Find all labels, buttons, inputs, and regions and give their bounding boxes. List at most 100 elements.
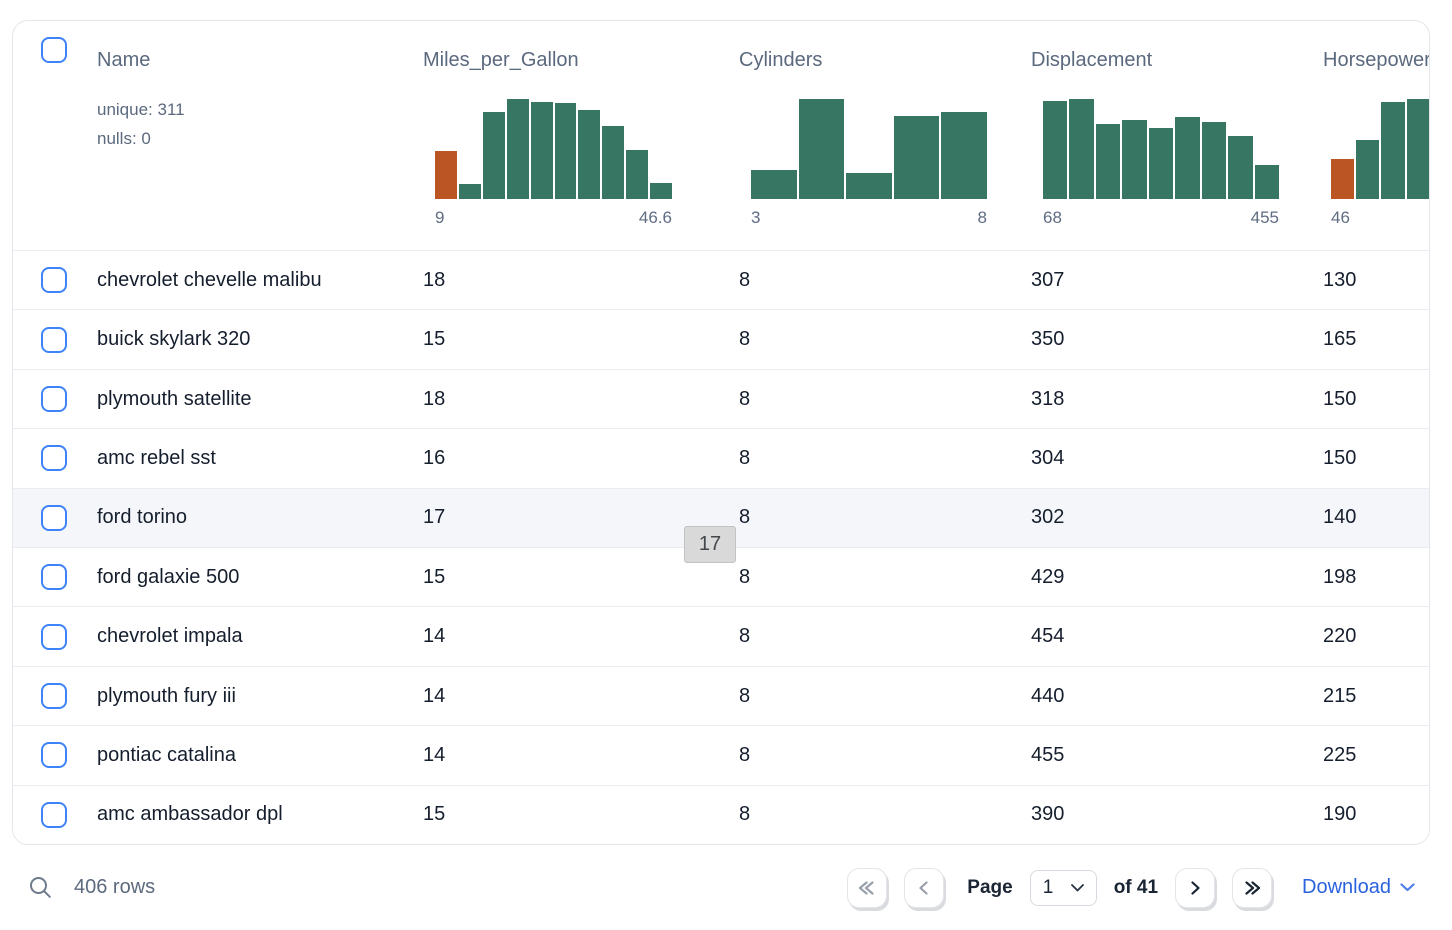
row-checkbox[interactable] (41, 742, 67, 768)
hp-histogram-labels: 46 (1331, 208, 1430, 228)
cell-name: chevrolet impala (97, 625, 423, 648)
row-checkbox[interactable] (41, 505, 67, 531)
download-button[interactable]: Download (1302, 876, 1415, 899)
footer-left: 406 rows (28, 875, 155, 900)
table-footer: 406 rows Page 1 of 41 (0, 845, 1452, 930)
cell-name: plymouth satellite (97, 388, 423, 411)
first-page-button[interactable] (847, 868, 887, 908)
histogram-bar (1255, 165, 1279, 199)
histogram-bar (799, 99, 845, 199)
page-select-value: 1 (1043, 877, 1054, 899)
cyl-histogram[interactable] (751, 99, 987, 199)
column-header-mpg[interactable]: Miles_per_Gallon (423, 47, 739, 73)
cell-hp: 220 (1323, 625, 1429, 648)
row-checkbox-cell (13, 505, 97, 531)
column-stat-line: unique: 311 (97, 95, 423, 124)
cell-hp: 150 (1323, 388, 1429, 411)
histogram-bar (650, 183, 672, 199)
row-checkbox[interactable] (41, 802, 67, 828)
cell-disp: 302 (1031, 506, 1323, 529)
cell-mpg: 15 (423, 328, 739, 351)
disp-histogram[interactable] (1043, 99, 1279, 199)
page-select[interactable]: 1 (1030, 870, 1097, 906)
column-stat-line: nulls: 0 (97, 124, 423, 153)
last-page-button[interactable] (1232, 868, 1272, 908)
cell-name: chevrolet chevelle malibu (97, 269, 423, 292)
cyl-histogram-labels: 38 (751, 208, 987, 228)
table-row[interactable]: amc ambassador dpl158390190 (13, 786, 1429, 844)
cell-name: ford torino (97, 506, 423, 529)
histogram-bar (1096, 124, 1120, 199)
histogram-max-label: 455 (1251, 208, 1279, 228)
table-row[interactable]: chevrolet chevelle malibu188307130 (13, 251, 1429, 310)
column-header-cyl[interactable]: Cylinders (739, 47, 1031, 73)
row-checkbox[interactable] (41, 445, 67, 471)
chevrons-right-icon (1243, 879, 1261, 897)
select-all-checkbox[interactable] (41, 37, 67, 63)
table-row[interactable]: chevrolet impala148454220 (13, 607, 1429, 666)
prev-page-button[interactable] (904, 868, 944, 908)
histogram-bar (1175, 117, 1199, 199)
chevrons-left-icon (858, 879, 876, 897)
table-row[interactable]: amc rebel sst168304150 (13, 429, 1429, 488)
row-checkbox-cell (13, 445, 97, 471)
hp-histogram[interactable] (1331, 99, 1430, 199)
histogram-max-label: 46.6 (639, 208, 672, 228)
row-checkbox[interactable] (41, 683, 67, 709)
cell-mpg: 18 (423, 269, 739, 292)
cell-hp: 150 (1323, 447, 1429, 470)
search-icon[interactable] (28, 875, 53, 900)
histogram-max-label: 8 (978, 208, 987, 228)
cell-disp: 304 (1031, 447, 1323, 470)
cell-mpg: 14 (423, 685, 739, 708)
table-row[interactable]: plymouth fury iii148440215 (13, 667, 1429, 726)
cell-name: pontiac catalina (97, 744, 423, 767)
chevron-right-icon (1186, 879, 1204, 897)
row-checkbox[interactable] (41, 564, 67, 590)
histogram-bar (602, 126, 624, 199)
table-row[interactable]: plymouth satellite188318150 (13, 370, 1429, 429)
histogram-bar (846, 173, 892, 199)
histogram-bar (1202, 122, 1226, 199)
table-row[interactable]: pontiac catalina148455225 (13, 726, 1429, 785)
cell-cyl: 8 (739, 744, 1031, 767)
row-checkbox[interactable] (41, 386, 67, 412)
cell-name: ford galaxie 500 (97, 566, 423, 589)
row-checkbox[interactable] (41, 624, 67, 650)
cell-hp: 130 (1323, 269, 1429, 292)
next-page-button[interactable] (1175, 868, 1215, 908)
histogram-bar (941, 112, 987, 199)
histogram-bar (531, 102, 553, 199)
mpg-histogram[interactable] (435, 99, 672, 199)
histogram-bar (751, 170, 797, 199)
table-row[interactable]: buick skylark 320158350165 (13, 310, 1429, 369)
cell-disp: 318 (1031, 388, 1323, 411)
column-header-disp[interactable]: Displacement (1031, 47, 1323, 73)
cell-cyl: 8 (739, 625, 1031, 648)
row-checkbox-cell (13, 624, 97, 650)
histogram-bar (435, 151, 457, 199)
column-header-hp[interactable]: Horsepower (1323, 47, 1429, 73)
cell-mpg: 15 (423, 803, 739, 826)
disp-histogram-labels: 68455 (1043, 208, 1279, 228)
cell-cyl: 8 (739, 506, 1031, 529)
histogram-bar (578, 110, 600, 199)
chevron-down-icon (1071, 884, 1084, 892)
cell-disp: 440 (1031, 685, 1323, 708)
cell-hp: 225 (1323, 744, 1429, 767)
data-table-card: Nameunique: 311nulls: 0Miles_per_Gallon9… (12, 20, 1430, 845)
row-checkbox-cell (13, 327, 97, 353)
cell-mpg: 18 (423, 388, 739, 411)
row-checkbox[interactable] (41, 327, 67, 353)
histogram-bar (1356, 140, 1379, 199)
column-header-cell-disp: Displacement 68455 (1031, 21, 1323, 250)
cell-disp: 350 (1031, 328, 1323, 351)
histogram-bar (483, 112, 505, 199)
histogram-bar (626, 150, 648, 199)
cell-name: buick skylark 320 (97, 328, 423, 351)
histogram-bar (555, 103, 577, 199)
column-header-name[interactable]: Name (97, 47, 423, 73)
histogram-min-label: 46 (1331, 208, 1350, 228)
row-checkbox-cell (13, 564, 97, 590)
row-checkbox[interactable] (41, 267, 67, 293)
